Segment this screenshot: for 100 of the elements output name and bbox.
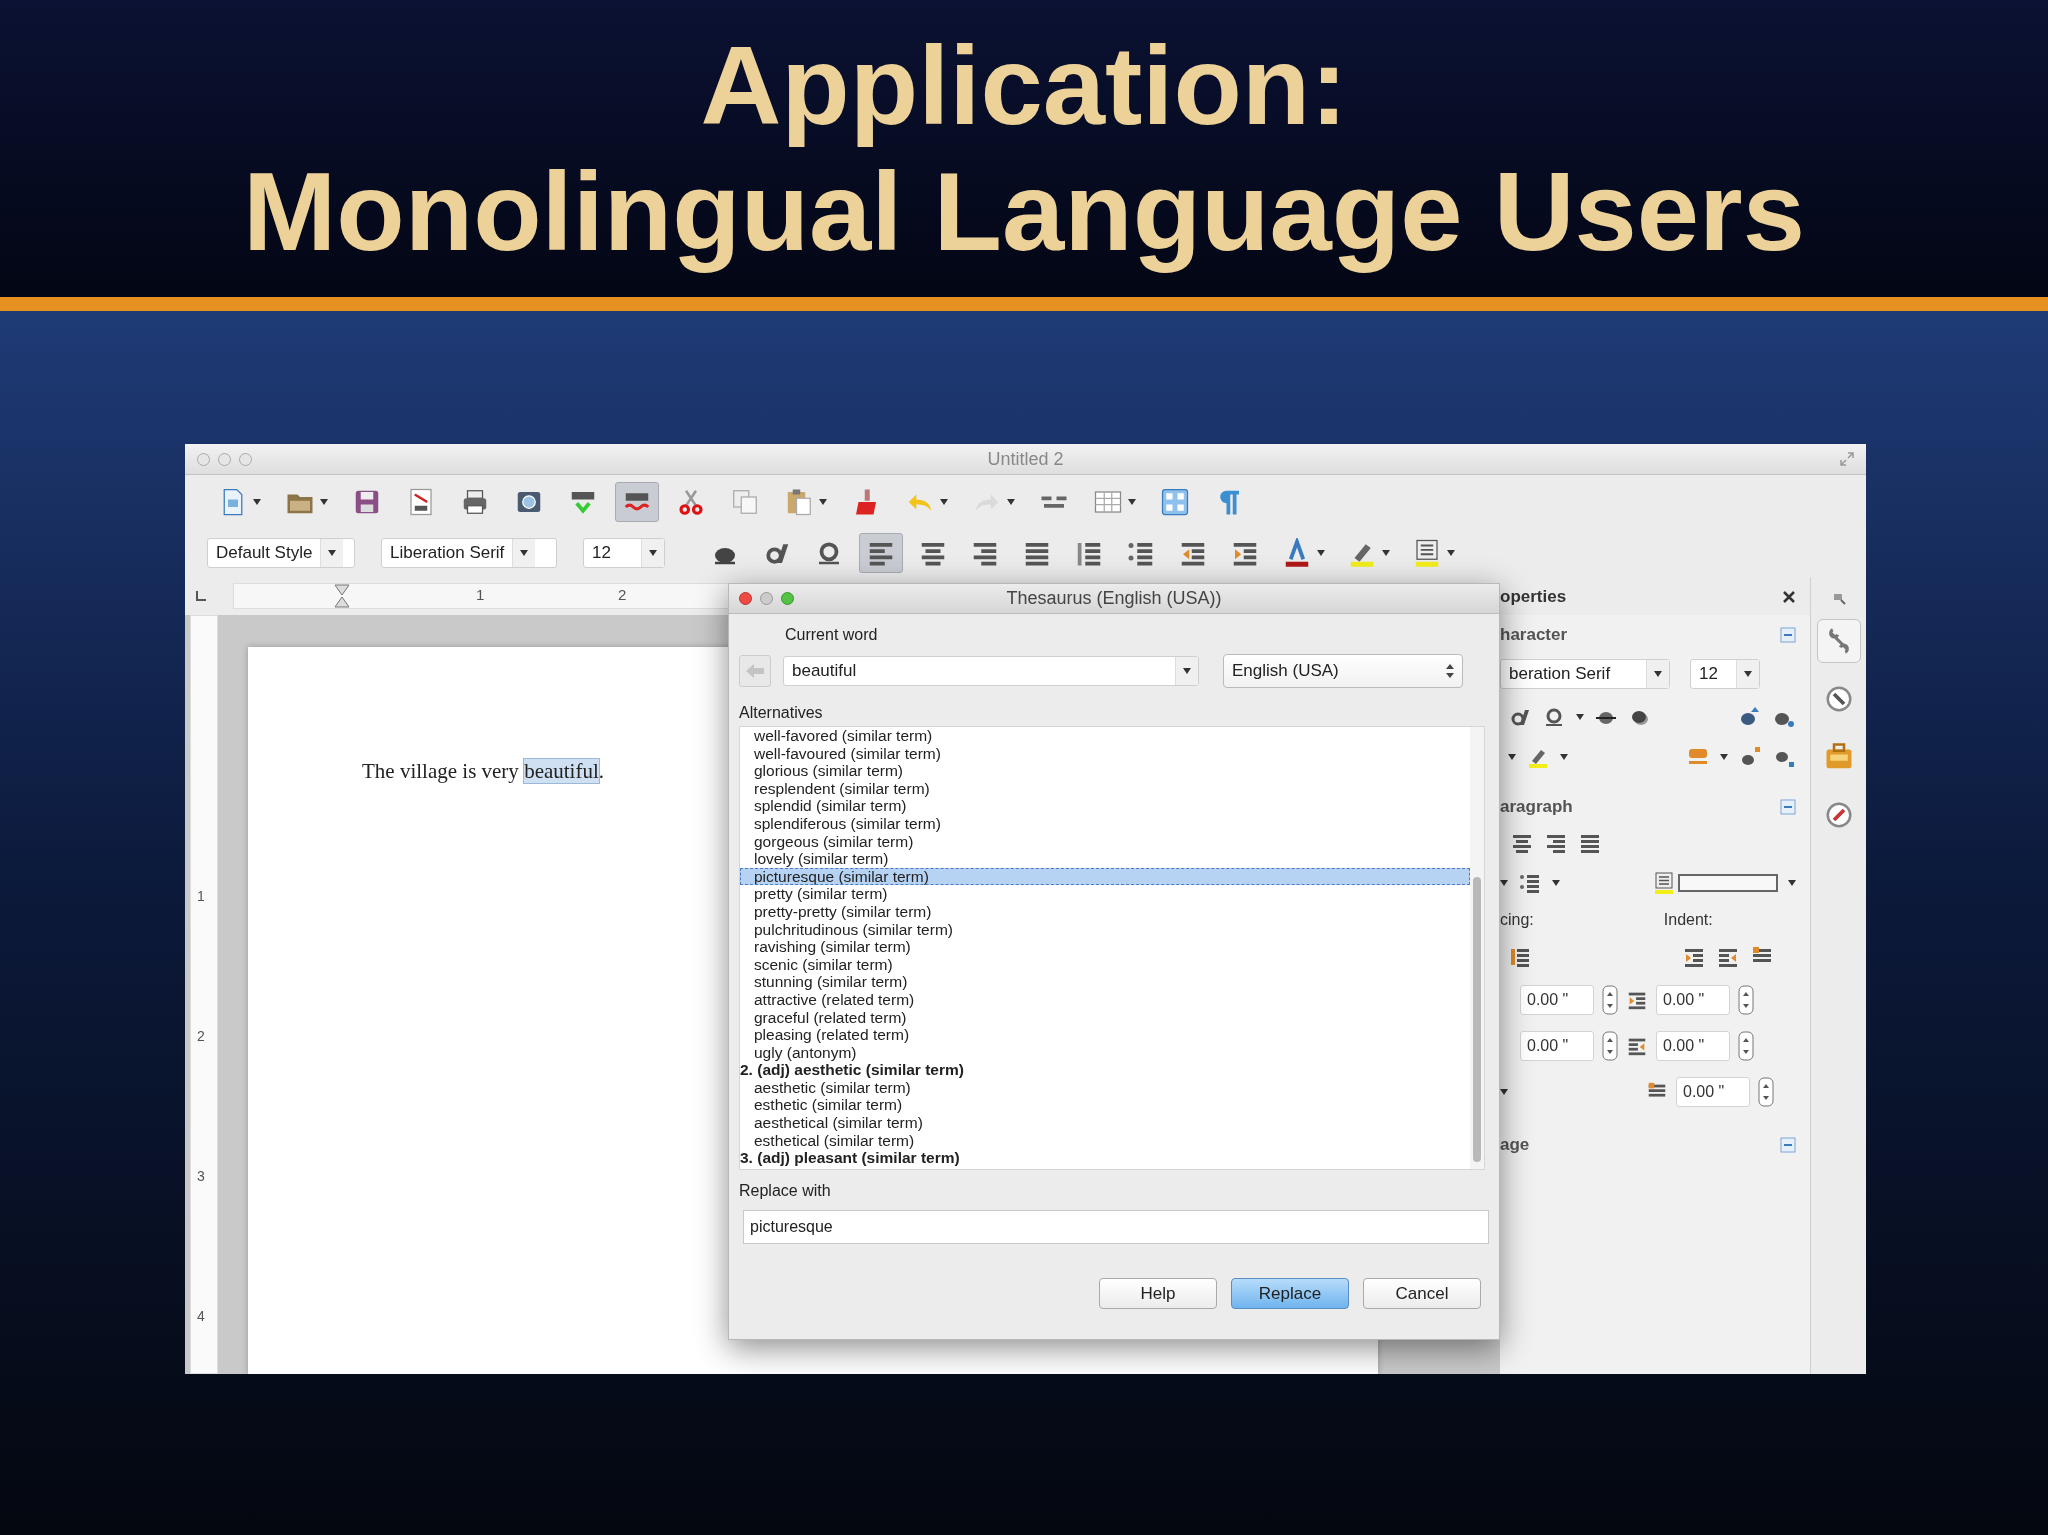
list-item[interactable]: pulchritudinous (similar term): [740, 920, 1470, 939]
list-item[interactable]: glorious (similar term): [740, 762, 1470, 780]
left-arrow-icon: [746, 664, 764, 678]
caret-icon[interactable]: [1788, 880, 1796, 886]
current-word-box[interactable]: beautiful: [783, 656, 1199, 686]
caret-icon[interactable]: [1500, 880, 1508, 886]
list-item[interactable]: stunning (similar term): [740, 973, 1470, 991]
list-item[interactable]: pleasing (related term): [740, 1026, 1470, 1044]
indent-label: Indent:: [1663, 911, 1713, 929]
scrollbar[interactable]: [1470, 727, 1484, 1169]
list-item[interactable]: picturesque (similar term): [740, 867, 1470, 886]
list-item[interactable]: scenic (similar term): [740, 955, 1470, 974]
list-item[interactable]: well-favored (similar term): [740, 727, 1470, 745]
caret-icon[interactable]: [1576, 714, 1584, 720]
number-field[interactable]: 0.00 ": [1656, 985, 1730, 1015]
list-item[interactable]: ugly (antonym): [740, 1043, 1470, 1062]
color-swatch-box[interactable]: [1652, 871, 1778, 895]
list-item[interactable]: graceful (related term): [740, 1008, 1470, 1027]
font-name-box[interactable]: Liberation Serif: [381, 538, 557, 568]
grid-icon[interactable]: [1160, 487, 1190, 517]
document-text: The village is very beautiful.: [362, 759, 604, 783]
caret-icon[interactable]: [1744, 671, 1752, 677]
replace-with-label: Replace with: [739, 1182, 832, 1200]
indent-marker-icon[interactable]: [334, 584, 350, 608]
collapse-icon[interactable]: [1780, 627, 1796, 643]
number-field[interactable]: 0.00 ": [1676, 1077, 1750, 1107]
window-control-button[interactable]: [781, 592, 794, 605]
number-field[interactable]: 0.00 ": [1520, 985, 1594, 1015]
dialog-button[interactable]: Help: [1099, 1278, 1217, 1309]
number-field[interactable]: 0.00 ": [1656, 1031, 1730, 1061]
list-item[interactable]: lovely (similar term): [740, 850, 1470, 868]
font-name-box[interactable]: beration Serif: [1500, 659, 1670, 689]
caret-icon[interactable]: [1720, 754, 1728, 760]
caret-icon[interactable]: [1447, 550, 1455, 556]
caret-icon[interactable]: [253, 499, 261, 505]
list-item[interactable]: splendid (similar term): [740, 797, 1470, 815]
list-item[interactable]: gorgeous (similar term): [740, 832, 1470, 851]
number-field[interactable]: 0.00 ": [1520, 1031, 1594, 1061]
list-item[interactable]: 2. (adj) aesthetic (similar term): [740, 1061, 1470, 1079]
ruler-number: 1: [476, 586, 485, 603]
stepper-icon[interactable]: [1758, 1077, 1774, 1107]
up-down-icon: [1446, 664, 1454, 678]
caret-icon[interactable]: [819, 499, 827, 505]
ruler-number: 3: [197, 1168, 205, 1184]
collapse-icon[interactable]: [1780, 799, 1796, 815]
close-icon[interactable]: [1782, 590, 1796, 604]
sidebar-menu-icon[interactable]: [1831, 591, 1846, 605]
language-select[interactable]: English (USA): [1223, 654, 1463, 688]
stepper-icon[interactable]: [1602, 1031, 1618, 1061]
caret-icon[interactable]: [940, 499, 948, 505]
section-title: age: [1500, 1135, 1530, 1155]
dialog-button[interactable]: Replace: [1231, 1278, 1349, 1309]
tab-stop-icon[interactable]: [195, 590, 207, 602]
list-item[interactable]: well-favoured (similar term): [740, 744, 1470, 763]
caret-icon[interactable]: [520, 550, 529, 556]
sidebar-title: operties: [1500, 587, 1567, 607]
scissors-icon[interactable]: [676, 487, 706, 517]
list-item[interactable]: resplendent (similar term): [740, 779, 1470, 798]
list-item[interactable]: esthetic (similar term): [740, 1096, 1470, 1115]
sidebar-tab[interactable]: [1816, 619, 1861, 663]
stepper-icon[interactable]: [1602, 985, 1618, 1015]
section-title: aragraph: [1500, 797, 1573, 817]
list-item[interactable]: pretty (similar term): [740, 885, 1470, 903]
caret-icon[interactable]: [1508, 754, 1516, 760]
ruler-number: 2: [618, 586, 627, 603]
caret-icon[interactable]: [1654, 671, 1662, 677]
caret-icon[interactable]: [1183, 668, 1191, 674]
collapse-icon[interactable]: [1780, 1137, 1796, 1153]
alternatives-label: Alternatives: [739, 704, 824, 722]
stepper-icon[interactable]: [1738, 985, 1754, 1015]
window-title: Untitled 2: [987, 448, 1064, 469]
list-item[interactable]: pretty-pretty (similar term): [740, 902, 1470, 921]
slide-title: Application: Monolingual Language Users: [243, 22, 1805, 275]
caret-icon[interactable]: [1382, 550, 1390, 556]
replace-field[interactable]: picturesque: [743, 1210, 1489, 1244]
list-item[interactable]: aesthetic (similar term): [740, 1078, 1470, 1097]
toolbar-button[interactable]: [859, 533, 903, 573]
caret-icon[interactable]: [320, 499, 328, 505]
list-item[interactable]: attractive (related term): [740, 990, 1470, 1009]
list-item[interactable]: 3. (adj) pleasant (similar term): [740, 1149, 1470, 1167]
dialog-button[interactable]: Cancel: [1363, 1278, 1481, 1309]
list-item[interactable]: splendiferous (similar term): [740, 814, 1470, 833]
list-item[interactable]: ravishing (similar term): [740, 938, 1470, 956]
font-size-box[interactable]: 12: [1690, 659, 1760, 689]
font-size-box[interactable]: 12: [583, 538, 665, 568]
stepper-icon[interactable]: [1738, 1031, 1754, 1061]
caret-icon[interactable]: [1128, 499, 1136, 505]
window-control-button[interactable]: [739, 592, 752, 605]
caret-icon[interactable]: [649, 550, 657, 556]
spacing-label: cing:: [1500, 911, 1534, 929]
toolbar-button[interactable]: [615, 482, 659, 522]
caret-icon[interactable]: [1552, 880, 1560, 886]
caret-icon[interactable]: [328, 550, 337, 556]
paragraph-style-box[interactable]: Default Style: [207, 538, 355, 568]
list-item[interactable]: esthetical (similar term): [740, 1131, 1470, 1150]
list-item[interactable]: aesthetical (similar term): [740, 1114, 1470, 1132]
caret-icon[interactable]: [1560, 754, 1568, 760]
caret-icon[interactable]: [1317, 550, 1325, 556]
ruler-number: 2: [197, 1028, 205, 1044]
caret-icon[interactable]: [1500, 1089, 1508, 1095]
